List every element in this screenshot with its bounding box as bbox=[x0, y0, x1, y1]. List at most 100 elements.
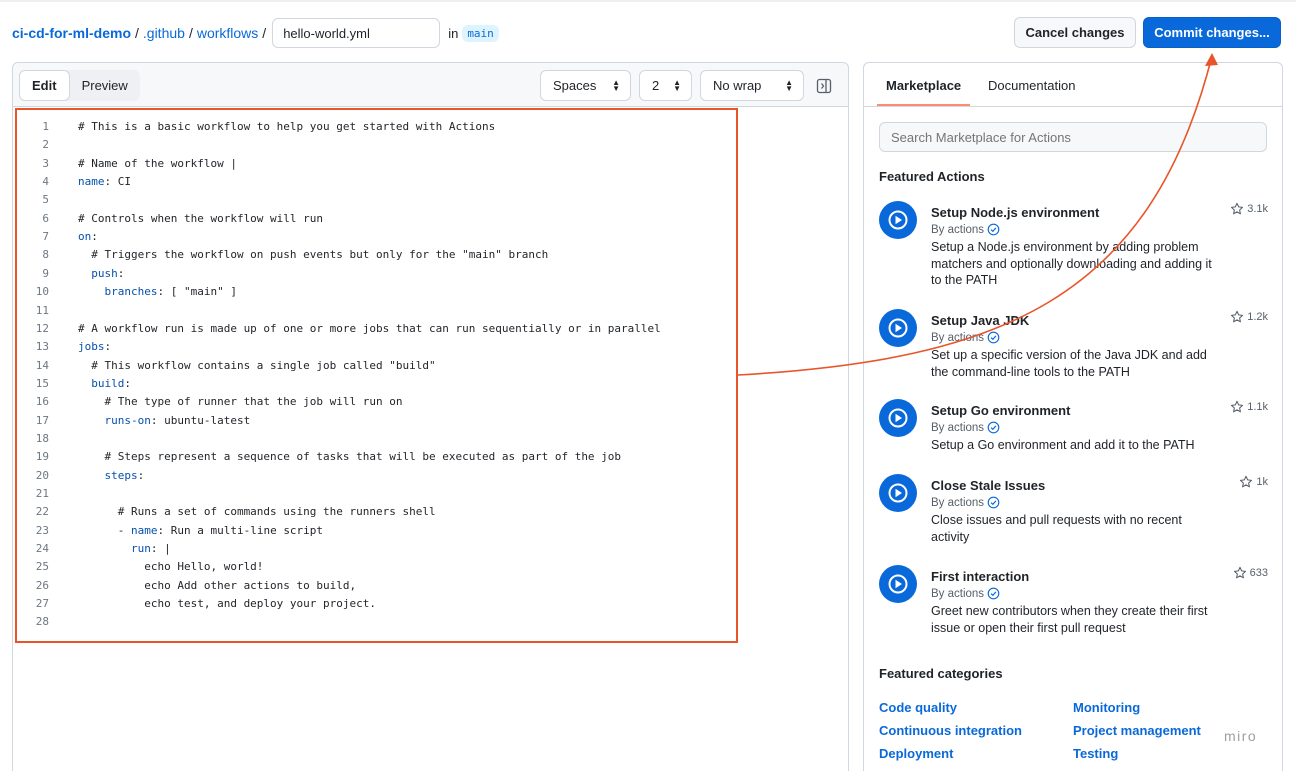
code-text: echo Hello, world! bbox=[78, 560, 264, 574]
select-arrows-icon: ▲ ▼ bbox=[612, 77, 620, 93]
editor-toolbar: Edit Preview Spaces ▲ ▼ 2 ▲ ▼ No wrap ▲ ▼ bbox=[13, 63, 848, 107]
line-number: 22 bbox=[35, 505, 49, 519]
star-count-value: 633 bbox=[1249, 567, 1268, 579]
wrap-mode-select[interactable]: No wrap ▲ ▼ bbox=[700, 70, 804, 101]
verified-icon bbox=[987, 331, 1000, 344]
tab-marketplace[interactable]: Marketplace bbox=[886, 78, 961, 93]
line-number: 14 bbox=[35, 358, 49, 372]
breadcrumb-github-link[interactable]: .github bbox=[143, 25, 185, 41]
yaml-key: push bbox=[91, 266, 118, 280]
yaml-key: name bbox=[130, 523, 158, 537]
yaml-key: runs-on bbox=[104, 413, 151, 427]
star-count: 3.1k bbox=[1230, 202, 1268, 216]
star-count: 1.1k bbox=[1230, 400, 1268, 414]
branch-badge: main bbox=[462, 24, 499, 42]
line-number: 26 bbox=[35, 578, 49, 592]
play-icon bbox=[879, 201, 917, 239]
action-publisher: By actions bbox=[931, 223, 1000, 236]
indent-size-select[interactable]: 2 ▲ ▼ bbox=[639, 70, 692, 101]
category-link[interactable]: Testing bbox=[1073, 746, 1118, 761]
breadcrumb-workflows-link[interactable]: workflows bbox=[197, 25, 258, 41]
line-number: 10 bbox=[35, 285, 49, 299]
code-text: - name: Run a multi-line script bbox=[78, 523, 324, 537]
marketplace-search-input[interactable] bbox=[879, 122, 1267, 152]
breadcrumb-repo-link[interactable]: ci-cd-for-ml-demo bbox=[12, 25, 131, 41]
code-text: echo Add other actions to build, bbox=[78, 578, 357, 592]
star-icon bbox=[1231, 202, 1244, 215]
action-name[interactable]: First interaction bbox=[931, 569, 1029, 584]
action-name[interactable]: Setup Node.js environment bbox=[931, 205, 1099, 220]
code-text: jobs: bbox=[78, 340, 112, 354]
indent-mode-select[interactable]: Spaces ▲ ▼ bbox=[540, 70, 631, 101]
line-number: 12 bbox=[35, 321, 49, 335]
code-text: # Controls when the workflow will run bbox=[78, 211, 324, 225]
line-number: 13 bbox=[35, 340, 49, 354]
action-name[interactable]: Close Stale Issues bbox=[931, 478, 1045, 493]
yaml-key: jobs bbox=[78, 340, 105, 354]
action-description: Close issues and pull requests with no r… bbox=[931, 513, 1182, 544]
line-number: 5 bbox=[42, 193, 49, 207]
filename-input[interactable] bbox=[272, 18, 441, 48]
active-tab-underline bbox=[877, 104, 970, 106]
sidebar-toggle-icon[interactable] bbox=[813, 75, 835, 97]
cancel-changes-button[interactable]: Cancel changes bbox=[1014, 17, 1136, 48]
category-link[interactable]: Continuous integration bbox=[879, 723, 1022, 738]
line-number: 9 bbox=[42, 266, 49, 280]
code-text: # Steps represent a sequence of tasks th… bbox=[78, 450, 622, 464]
action-publisher: By actions bbox=[931, 587, 1000, 600]
play-icon bbox=[879, 474, 917, 512]
editor-panel: Edit Preview Spaces ▲ ▼ 2 ▲ ▼ No wrap ▲ ▼ 1… bbox=[12, 62, 849, 771]
code-text: # Name of the workflow | bbox=[78, 156, 237, 170]
star-count-value: 1.1k bbox=[1247, 401, 1268, 413]
publisher-label: By actions bbox=[931, 223, 985, 236]
publisher-label: By actions bbox=[931, 496, 985, 509]
category-link[interactable]: Project management bbox=[1073, 723, 1201, 738]
line-number: 6 bbox=[42, 211, 49, 225]
in-label: in bbox=[448, 25, 459, 41]
line-number: 19 bbox=[35, 450, 49, 464]
tab-edit[interactable]: Edit bbox=[19, 70, 70, 101]
category-link[interactable]: Deployment bbox=[879, 746, 953, 761]
code-text: echo test, and deploy your project. bbox=[78, 597, 377, 611]
code-editor[interactable]: 1 # This is a basic workflow to help you … bbox=[15, 108, 738, 643]
star-icon bbox=[1233, 566, 1246, 579]
publisher-label: By actions bbox=[931, 421, 985, 434]
line-number: 21 bbox=[35, 487, 49, 500]
featured-categories-heading: Featured categories bbox=[879, 666, 1003, 681]
code-text: # This workflow contains a single job ca… bbox=[78, 358, 436, 372]
line-number: 8 bbox=[42, 248, 49, 262]
action-publisher: By actions bbox=[931, 421, 1000, 434]
verified-icon bbox=[987, 496, 1000, 509]
line-number: 11 bbox=[35, 303, 49, 317]
category-link[interactable]: Code quality bbox=[879, 700, 957, 715]
action-description: Set up a specific version of the Java JD… bbox=[931, 348, 1207, 379]
tab-documentation[interactable]: Documentation bbox=[988, 78, 1075, 93]
play-icon bbox=[879, 399, 917, 437]
star-icon bbox=[1231, 310, 1244, 323]
code-text: runs-on: ubuntu-latest bbox=[104, 413, 251, 427]
line-number: 7 bbox=[42, 230, 49, 244]
breadcrumb-separator: / bbox=[188, 25, 193, 41]
select-arrows-icon: ▲ ▼ bbox=[785, 77, 793, 93]
action-name[interactable]: Setup Go environment bbox=[931, 403, 1070, 418]
publisher-label: By actions bbox=[931, 587, 985, 600]
tab-preview[interactable]: Preview bbox=[70, 70, 140, 101]
line-number: 18 bbox=[35, 431, 49, 445]
line-number: 15 bbox=[35, 376, 49, 390]
yaml-key: branches bbox=[104, 285, 158, 299]
action-description: Setup a Node.js environment by adding pr… bbox=[931, 240, 1212, 287]
line-number: 25 bbox=[35, 560, 49, 574]
action-description: Setup a Go environment and add it to the… bbox=[931, 438, 1195, 452]
yaml-key: run bbox=[130, 542, 151, 556]
category-link[interactable]: Monitoring bbox=[1073, 700, 1140, 715]
commit-changes-button[interactable]: Commit changes... bbox=[1143, 17, 1281, 48]
code-text: # The type of runner that the job will r… bbox=[78, 395, 403, 409]
action-publisher: By actions bbox=[931, 496, 1000, 509]
line-number: 4 bbox=[42, 175, 49, 189]
top-border bbox=[0, 0, 1296, 2]
code-text: run: | bbox=[130, 542, 171, 556]
line-number: 23 bbox=[35, 523, 49, 537]
action-name[interactable]: Setup Java JDK bbox=[931, 313, 1029, 328]
code-text: branches: [ "main" ] bbox=[104, 285, 237, 299]
yaml-key: on bbox=[78, 230, 92, 244]
